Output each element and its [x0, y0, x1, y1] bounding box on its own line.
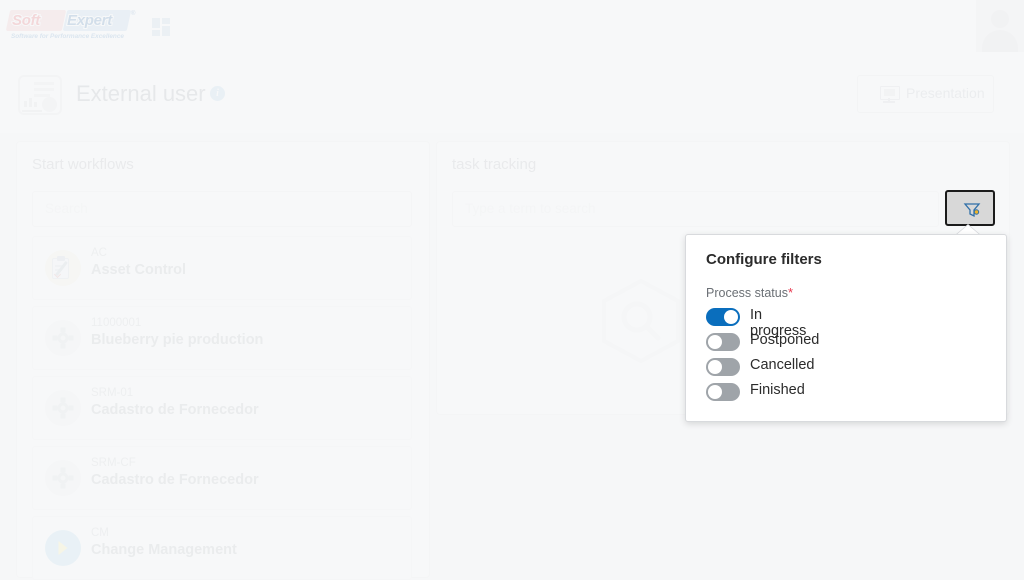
toggle-in-progress[interactable] — [706, 308, 740, 326]
toggle-label: Finished — [750, 382, 805, 398]
popup-title: Configure filters — [706, 251, 822, 268]
toggle-label: Postponed — [750, 332, 820, 348]
configure-filters-button[interactable] — [945, 190, 995, 226]
configure-filters-popup: Configure filters Process status* In pro… — [685, 234, 1007, 422]
filter-overlay-layer: Configure filters Process status* In pro… — [0, 0, 1024, 576]
toggle-cancelled[interactable] — [706, 358, 740, 376]
toggle-postponed[interactable] — [706, 333, 740, 351]
toggle-label: Cancelled — [750, 357, 815, 373]
required-marker: * — [787, 285, 794, 300]
toggle-finished[interactable] — [706, 383, 740, 401]
process-status-label: Process status* — [706, 285, 794, 300]
funnel-filter-icon — [963, 201, 981, 219]
